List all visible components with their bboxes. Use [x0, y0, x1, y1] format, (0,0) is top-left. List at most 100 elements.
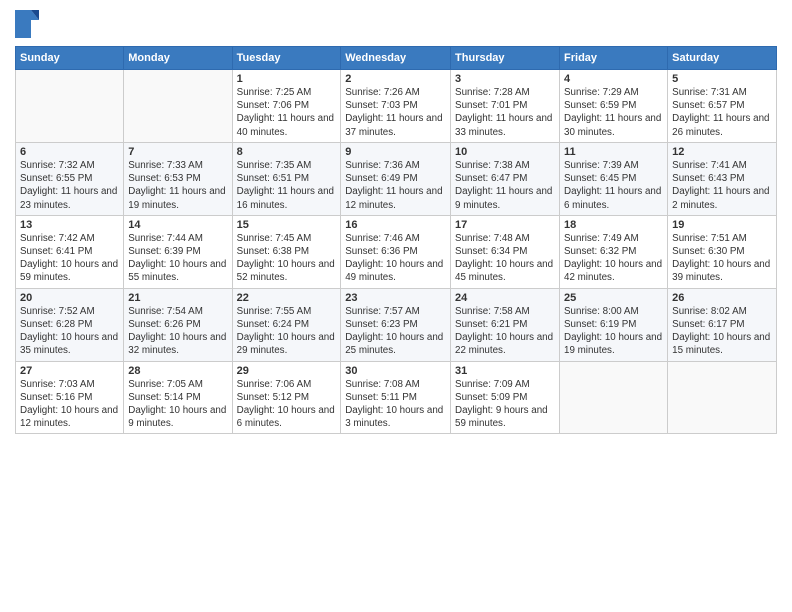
- day-info: Sunrise: 7:41 AMSunset: 6:43 PMDaylight:…: [672, 159, 772, 212]
- day-number: 16: [345, 219, 446, 231]
- day-number: 15: [237, 219, 337, 231]
- calendar-cell: 16Sunrise: 7:46 AMSunset: 6:36 PMDayligh…: [341, 215, 451, 288]
- day-info: Sunrise: 7:42 AMSunset: 6:41 PMDaylight:…: [20, 232, 119, 285]
- day-number: 6: [20, 146, 119, 158]
- day-info: Sunrise: 8:00 AMSunset: 6:19 PMDaylight:…: [564, 305, 663, 358]
- day-number: 4: [564, 73, 663, 85]
- day-info: Sunrise: 7:09 AMSunset: 5:09 PMDaylight:…: [455, 378, 555, 431]
- day-number: 24: [455, 292, 555, 304]
- day-number: 26: [672, 292, 772, 304]
- calendar-cell: 3Sunrise: 7:28 AMSunset: 7:01 PMDaylight…: [451, 70, 560, 143]
- day-number: 1: [237, 73, 337, 85]
- calendar-cell: 1Sunrise: 7:25 AMSunset: 7:06 PMDaylight…: [232, 70, 341, 143]
- day-info: Sunrise: 7:46 AMSunset: 6:36 PMDaylight:…: [345, 232, 446, 285]
- day-number: 25: [564, 292, 663, 304]
- header: [15, 10, 777, 38]
- calendar-cell: 10Sunrise: 7:38 AMSunset: 6:47 PMDayligh…: [451, 142, 560, 215]
- day-info: Sunrise: 7:48 AMSunset: 6:34 PMDaylight:…: [455, 232, 555, 285]
- day-info: Sunrise: 7:57 AMSunset: 6:23 PMDaylight:…: [345, 305, 446, 358]
- day-number: 18: [564, 219, 663, 231]
- calendar-cell: 24Sunrise: 7:58 AMSunset: 6:21 PMDayligh…: [451, 288, 560, 361]
- day-info: Sunrise: 7:26 AMSunset: 7:03 PMDaylight:…: [345, 86, 446, 139]
- day-number: 23: [345, 292, 446, 304]
- day-number: 30: [345, 365, 446, 377]
- day-info: Sunrise: 7:03 AMSunset: 5:16 PMDaylight:…: [20, 378, 119, 431]
- weekday-header-thursday: Thursday: [451, 47, 560, 70]
- day-number: 10: [455, 146, 555, 158]
- day-info: Sunrise: 8:02 AMSunset: 6:17 PMDaylight:…: [672, 305, 772, 358]
- calendar-table: SundayMondayTuesdayWednesdayThursdayFrid…: [15, 46, 777, 434]
- calendar-cell: [16, 70, 124, 143]
- calendar-cell: [560, 361, 668, 434]
- day-number: 13: [20, 219, 119, 231]
- day-info: Sunrise: 7:49 AMSunset: 6:32 PMDaylight:…: [564, 232, 663, 285]
- calendar-cell: 17Sunrise: 7:48 AMSunset: 6:34 PMDayligh…: [451, 215, 560, 288]
- calendar-cell: 8Sunrise: 7:35 AMSunset: 6:51 PMDaylight…: [232, 142, 341, 215]
- week-row-1: 1Sunrise: 7:25 AMSunset: 7:06 PMDaylight…: [16, 70, 777, 143]
- calendar-cell: 29Sunrise: 7:06 AMSunset: 5:12 PMDayligh…: [232, 361, 341, 434]
- day-info: Sunrise: 7:05 AMSunset: 5:14 PMDaylight:…: [128, 378, 227, 431]
- weekday-header-friday: Friday: [560, 47, 668, 70]
- day-number: 2: [345, 73, 446, 85]
- day-number: 3: [455, 73, 555, 85]
- calendar-cell: 18Sunrise: 7:49 AMSunset: 6:32 PMDayligh…: [560, 215, 668, 288]
- logo: [15, 10, 43, 38]
- week-row-4: 20Sunrise: 7:52 AMSunset: 6:28 PMDayligh…: [16, 288, 777, 361]
- calendar-cell: 31Sunrise: 7:09 AMSunset: 5:09 PMDayligh…: [451, 361, 560, 434]
- day-number: 31: [455, 365, 555, 377]
- calendar-cell: 28Sunrise: 7:05 AMSunset: 5:14 PMDayligh…: [124, 361, 232, 434]
- weekday-header-tuesday: Tuesday: [232, 47, 341, 70]
- calendar-cell: 26Sunrise: 8:02 AMSunset: 6:17 PMDayligh…: [668, 288, 777, 361]
- day-number: 20: [20, 292, 119, 304]
- day-number: 19: [672, 219, 772, 231]
- day-number: 5: [672, 73, 772, 85]
- calendar-cell: [124, 70, 232, 143]
- day-info: Sunrise: 7:35 AMSunset: 6:51 PMDaylight:…: [237, 159, 337, 212]
- day-number: 12: [672, 146, 772, 158]
- weekday-header-monday: Monday: [124, 47, 232, 70]
- calendar-cell: 7Sunrise: 7:33 AMSunset: 6:53 PMDaylight…: [124, 142, 232, 215]
- calendar-cell: 23Sunrise: 7:57 AMSunset: 6:23 PMDayligh…: [341, 288, 451, 361]
- calendar-cell: 25Sunrise: 8:00 AMSunset: 6:19 PMDayligh…: [560, 288, 668, 361]
- page: SundayMondayTuesdayWednesdayThursdayFrid…: [0, 0, 792, 612]
- day-info: Sunrise: 7:06 AMSunset: 5:12 PMDaylight:…: [237, 378, 337, 431]
- calendar-cell: [668, 361, 777, 434]
- calendar-cell: 4Sunrise: 7:29 AMSunset: 6:59 PMDaylight…: [560, 70, 668, 143]
- week-row-5: 27Sunrise: 7:03 AMSunset: 5:16 PMDayligh…: [16, 361, 777, 434]
- calendar-cell: 6Sunrise: 7:32 AMSunset: 6:55 PMDaylight…: [16, 142, 124, 215]
- day-number: 28: [128, 365, 227, 377]
- day-number: 8: [237, 146, 337, 158]
- calendar-cell: 27Sunrise: 7:03 AMSunset: 5:16 PMDayligh…: [16, 361, 124, 434]
- weekday-header-row: SundayMondayTuesdayWednesdayThursdayFrid…: [16, 47, 777, 70]
- day-info: Sunrise: 7:28 AMSunset: 7:01 PMDaylight:…: [455, 86, 555, 139]
- day-number: 29: [237, 365, 337, 377]
- calendar-cell: 20Sunrise: 7:52 AMSunset: 6:28 PMDayligh…: [16, 288, 124, 361]
- calendar-cell: 11Sunrise: 7:39 AMSunset: 6:45 PMDayligh…: [560, 142, 668, 215]
- weekday-header-sunday: Sunday: [16, 47, 124, 70]
- calendar-cell: 2Sunrise: 7:26 AMSunset: 7:03 PMDaylight…: [341, 70, 451, 143]
- weekday-header-wednesday: Wednesday: [341, 47, 451, 70]
- weekday-header-saturday: Saturday: [668, 47, 777, 70]
- week-row-2: 6Sunrise: 7:32 AMSunset: 6:55 PMDaylight…: [16, 142, 777, 215]
- logo-icon: [15, 10, 39, 38]
- day-info: Sunrise: 7:31 AMSunset: 6:57 PMDaylight:…: [672, 86, 772, 139]
- calendar-cell: 30Sunrise: 7:08 AMSunset: 5:11 PMDayligh…: [341, 361, 451, 434]
- day-info: Sunrise: 7:55 AMSunset: 6:24 PMDaylight:…: [237, 305, 337, 358]
- calendar-cell: 12Sunrise: 7:41 AMSunset: 6:43 PMDayligh…: [668, 142, 777, 215]
- day-info: Sunrise: 7:29 AMSunset: 6:59 PMDaylight:…: [564, 86, 663, 139]
- day-info: Sunrise: 7:39 AMSunset: 6:45 PMDaylight:…: [564, 159, 663, 212]
- day-number: 27: [20, 365, 119, 377]
- day-info: Sunrise: 7:25 AMSunset: 7:06 PMDaylight:…: [237, 86, 337, 139]
- day-info: Sunrise: 7:32 AMSunset: 6:55 PMDaylight:…: [20, 159, 119, 212]
- week-row-3: 13Sunrise: 7:42 AMSunset: 6:41 PMDayligh…: [16, 215, 777, 288]
- calendar-cell: 15Sunrise: 7:45 AMSunset: 6:38 PMDayligh…: [232, 215, 341, 288]
- day-number: 11: [564, 146, 663, 158]
- day-number: 9: [345, 146, 446, 158]
- day-info: Sunrise: 7:52 AMSunset: 6:28 PMDaylight:…: [20, 305, 119, 358]
- day-number: 17: [455, 219, 555, 231]
- day-info: Sunrise: 7:36 AMSunset: 6:49 PMDaylight:…: [345, 159, 446, 212]
- calendar-cell: 13Sunrise: 7:42 AMSunset: 6:41 PMDayligh…: [16, 215, 124, 288]
- day-info: Sunrise: 7:54 AMSunset: 6:26 PMDaylight:…: [128, 305, 227, 358]
- day-number: 22: [237, 292, 337, 304]
- calendar-cell: 21Sunrise: 7:54 AMSunset: 6:26 PMDayligh…: [124, 288, 232, 361]
